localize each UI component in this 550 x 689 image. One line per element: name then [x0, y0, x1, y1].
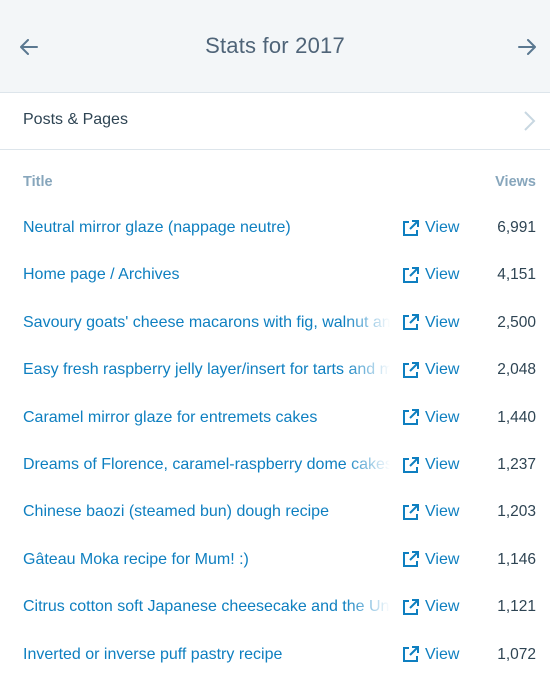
view-label: View [425, 313, 460, 331]
post-title-link[interactable]: Neutral mirror glaze (nappage neutre) [23, 219, 395, 237]
table-row: Caramel mirror glaze for entremets cakes… [0, 397, 550, 444]
table-row: Inverted or inverse puff pastry recipe Vi… [0, 634, 550, 681]
stats-table: Title Views Neutral mirror glaze (nappag… [0, 150, 550, 689]
column-header-title: Title [23, 174, 53, 190]
views-count: 2,500 [497, 313, 536, 331]
view-post-link[interactable]: View [402, 361, 459, 379]
page-title: Stats for 2017 [205, 33, 345, 58]
view-post-link[interactable]: View [402, 219, 459, 237]
table-row: Home page / Archives View 4,151 [0, 254, 550, 301]
table-row: Savoury goats' cheese macarons with fig,… [0, 302, 550, 349]
post-title-link[interactable]: Caramel mirror glaze for entremets cakes [23, 409, 395, 427]
view-post-link[interactable]: View [402, 409, 459, 427]
post-title-link[interactable]: Chinese baozi (steamed bun) dough recipe [23, 503, 395, 521]
views-count: 1,237 [497, 456, 536, 473]
external-link-icon [403, 409, 419, 426]
post-title-link[interactable]: Dreams of Florence, caramel-raspberry do… [23, 456, 395, 474]
view-label: View [425, 503, 460, 521]
view-post-link[interactable]: View [402, 551, 459, 569]
chevron-right-icon [524, 111, 536, 131]
external-link-icon [403, 646, 419, 663]
views-count: 6,991 [497, 219, 536, 236]
views-count: 2,048 [497, 361, 536, 379]
table-row: Easy fresh raspberry jelly layer/insert … [0, 349, 550, 396]
view-label: View [425, 456, 460, 473]
external-link-icon [403, 314, 419, 331]
table-row: Chinese baozi (steamed bun) dough recipe… [0, 491, 550, 538]
view-post-link[interactable]: View [402, 646, 459, 664]
column-header-views: Views [495, 174, 536, 190]
view-label: View [425, 266, 460, 284]
external-link-icon [403, 266, 419, 283]
view-label: View [425, 550, 460, 568]
views-count: 1,203 [497, 503, 536, 521]
posts-pages-row[interactable]: Posts & Pages [0, 92, 550, 150]
stats-header: Stats for 2017 [0, 0, 550, 92]
view-post-link[interactable]: View [402, 598, 459, 616]
view-label: View [425, 219, 460, 236]
table-row: Dreams of Florence, caramel-raspberry do… [0, 444, 550, 491]
view-label: View [425, 408, 460, 426]
external-link-icon [403, 551, 419, 568]
post-title-link[interactable]: Savoury goats' cheese macarons with fig,… [23, 313, 395, 332]
table-row: Gâteau Moka recipe for Mum! :) View 1,146 [0, 539, 550, 586]
section-label: Posts & Pages [23, 111, 128, 128]
next-period-button[interactable] [510, 30, 544, 64]
post-title-link[interactable]: Home page / Archives [23, 266, 395, 284]
post-title-link[interactable]: Gâteau Moka recipe for Mum! :) [23, 551, 395, 569]
view-label: View [425, 645, 460, 663]
view-post-link[interactable]: View [402, 314, 459, 332]
arrow-right-icon [518, 39, 536, 55]
views-count: 1,146 [497, 550, 536, 568]
views-count: 1,440 [497, 408, 536, 426]
external-link-icon [403, 598, 419, 615]
view-label: View [425, 361, 460, 379]
view-post-link[interactable]: View [402, 503, 459, 521]
view-post-link[interactable]: View [402, 456, 459, 474]
post-title-link[interactable]: Easy fresh raspberry jelly layer/insert … [23, 361, 395, 380]
views-count: 1,121 [497, 598, 536, 616]
table-row: Citrus cotton soft Japanese cheesecake a… [0, 586, 550, 633]
external-link-icon [403, 456, 419, 473]
views-count: 1,072 [497, 645, 536, 663]
post-title-link[interactable]: Citrus cotton soft Japanese cheesecake a… [23, 598, 395, 617]
table-row: Neutral mirror glaze (nappage neutre) Vie… [0, 207, 550, 254]
post-title-link[interactable]: Inverted or inverse puff pastry recipe [23, 646, 395, 664]
view-post-link[interactable]: View [402, 266, 459, 284]
view-label: View [425, 598, 460, 616]
views-count: 4,151 [497, 266, 536, 284]
external-link-icon [403, 361, 419, 378]
external-link-icon [403, 219, 419, 236]
external-link-icon [403, 503, 419, 520]
